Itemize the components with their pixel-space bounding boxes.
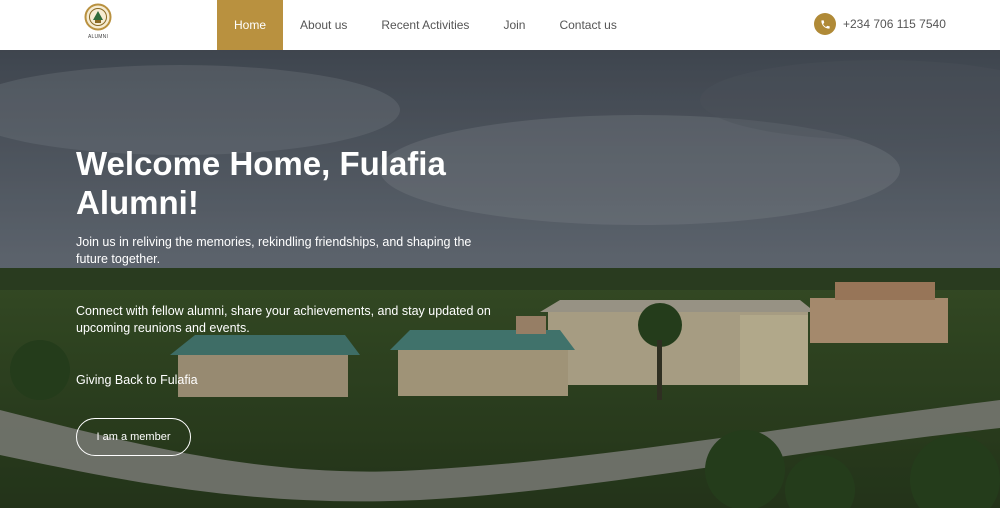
main-nav: Home About us Recent Activities Join Con… <box>217 0 634 50</box>
logo-text: ALUMNI <box>87 34 109 40</box>
nav-recent-activities[interactable]: Recent Activities <box>364 0 486 50</box>
hero-paragraph-memories: Join us in reliving the memories, rekind… <box>76 235 472 266</box>
hero-paragraph-giving-back: Giving Back to Fulafia <box>76 373 198 387</box>
nav-join[interactable]: Join <box>486 0 542 50</box>
alumni-logo[interactable]: ALUMNI <box>84 3 112 43</box>
nav-contact-us[interactable]: Contact us <box>542 0 633 50</box>
hero-paragraph-connect: Connect with fellow alumni, share your a… <box>76 304 491 335</box>
top-navigation-bar: ALUMNI Home About us Recent Activities J… <box>0 0 1000 50</box>
i-am-a-member-button[interactable]: I am a member <box>76 418 191 456</box>
phone-number: +234 706 115 7540 <box>843 17 946 31</box>
phone-icon <box>814 13 836 35</box>
crest-icon <box>84 3 112 31</box>
nav-about-us[interactable]: About us <box>283 0 364 50</box>
hero-section: Welcome Home, Fulafia Alumni! Join us in… <box>0 50 1000 508</box>
phone-contact[interactable]: +234 706 115 7540 <box>814 12 946 36</box>
nav-home[interactable]: Home <box>217 0 284 50</box>
hero-title: Welcome Home, Fulafia Alumni! <box>76 145 446 221</box>
